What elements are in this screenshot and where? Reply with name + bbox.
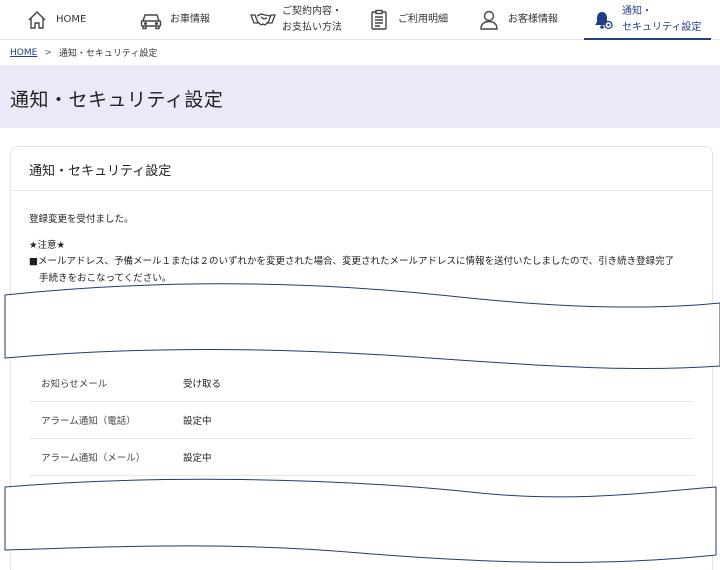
setting-value: 設定中	[183, 453, 212, 464]
setting-label: お知らせメール	[41, 379, 108, 390]
setting-label: アラーム通知（電話）	[41, 416, 136, 427]
nav-usage-label: ご利用明細	[398, 14, 448, 25]
nav-notify-label-2: セキュリティ設定	[622, 22, 702, 33]
nav-contract[interactable]: ご契約内容・ お支払い方法	[250, 0, 342, 40]
home-icon	[24, 7, 50, 33]
nav-car[interactable]: お車情報	[138, 0, 210, 40]
global-nav: HOME お車情報 ご契約内容・ お支払い方法 ご利用明細 お客様情報 通知・ …	[0, 0, 720, 40]
table-row: アラーム通知（電話） 設定中	[29, 402, 694, 439]
nav-customer-label: お客様情報	[508, 14, 558, 25]
breadcrumb-current: 通知・セキュリティ設定	[58, 49, 158, 59]
setting-label: アラーム通知（メール）	[41, 453, 146, 464]
car-icon	[138, 7, 164, 33]
handshake-icon	[250, 7, 276, 33]
nav-notify[interactable]: 通知・ セキュリティ設定	[583, 0, 712, 40]
clipboard-icon	[366, 7, 392, 33]
completion-message: 登録変更を受付ました。	[29, 214, 134, 225]
nav-home-label: HOME	[56, 14, 87, 25]
nav-contract-label-1: ご契約内容・	[282, 6, 342, 17]
settings-table: お知らせメール 受け取る アラーム通知（電話） 設定中 アラーム通知（メール） …	[29, 365, 694, 476]
setting-value: 受け取る	[183, 379, 222, 390]
nav-usage[interactable]: ご利用明細	[366, 0, 448, 40]
redaction-overlay	[4, 283, 720, 369]
nav-notify-label-1: 通知・	[622, 6, 652, 17]
chevron-right-icon: >	[44, 47, 52, 58]
page-banner: 通知・セキュリティ設定	[0, 65, 720, 128]
breadcrumb-home-link[interactable]: HOME	[10, 48, 37, 58]
notice-line-1: ■メールアドレス、予備メール１または２のいずれかを変更された場合、変更されたメー…	[29, 256, 675, 267]
notice-title: ★注意★	[29, 240, 66, 251]
bell-gear-icon	[590, 7, 616, 33]
nav-car-label: お車情報	[170, 14, 210, 25]
page-title: 通知・セキュリティ設定	[10, 89, 224, 111]
nav-contract-label-2: お支払い方法	[282, 22, 342, 33]
card-header: 通知・セキュリティ設定	[11, 147, 712, 191]
card-title: 通知・セキュリティ設定	[29, 164, 172, 179]
breadcrumb: HOME > 通知・セキュリティ設定	[10, 46, 158, 60]
nav-customer[interactable]: お客様情報	[476, 0, 558, 40]
setting-value: 設定中	[183, 416, 212, 427]
table-row: アラーム通知（メール） 設定中	[29, 439, 694, 476]
redaction-overlay	[4, 478, 717, 563]
nav-home[interactable]: HOME	[24, 0, 86, 40]
user-icon	[476, 7, 502, 33]
